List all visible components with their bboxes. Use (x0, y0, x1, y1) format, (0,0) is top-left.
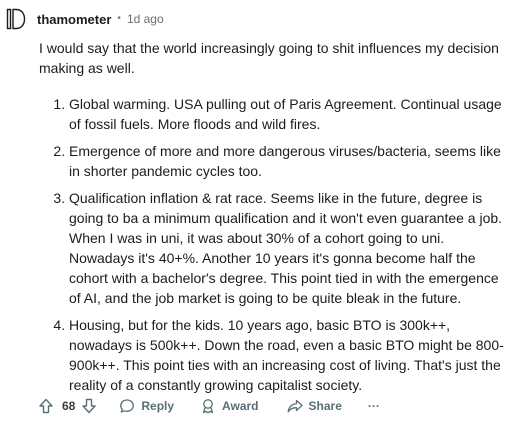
reply-button[interactable]: Reply (119, 398, 174, 414)
separator-dot: • (117, 13, 121, 24)
comment-intro: I would say that the world increasingly … (39, 40, 499, 76)
username-link[interactable]: thamometer (37, 12, 111, 27)
award-icon (200, 398, 216, 414)
comment-header: thamometer • 1d ago (6, 7, 164, 31)
avatar-icon[interactable] (6, 8, 26, 30)
share-button[interactable]: Share (287, 398, 342, 414)
list-item: Emergence of more and more dangerous vir… (69, 141, 513, 181)
reply-label: Reply (141, 399, 175, 413)
timestamp[interactable]: 1d ago (127, 12, 164, 26)
action-bar: 68 Reply Award Share ··· (38, 394, 380, 418)
vote-count: 68 (62, 399, 76, 413)
reply-icon (119, 398, 135, 414)
comment: thamometer • 1d ago I would say that the… (0, 0, 519, 426)
more-options-button[interactable]: ··· (368, 399, 380, 413)
downvote-icon[interactable] (81, 398, 97, 414)
upvote-icon[interactable] (38, 398, 54, 414)
share-icon (287, 398, 303, 414)
comment-body: I would say that the world increasingly … (39, 38, 513, 395)
share-label: Share (308, 399, 342, 413)
award-button[interactable]: Award (200, 398, 259, 414)
list-item: Qualification inflation & rat race. Seem… (69, 188, 513, 308)
list-item: Global warming. USA pulling out of Paris… (69, 94, 513, 134)
award-label: Award (222, 399, 259, 413)
comment-list: Global warming. USA pulling out of Paris… (39, 94, 513, 395)
list-item: Housing, but for the kids. 10 years ago,… (69, 315, 513, 395)
